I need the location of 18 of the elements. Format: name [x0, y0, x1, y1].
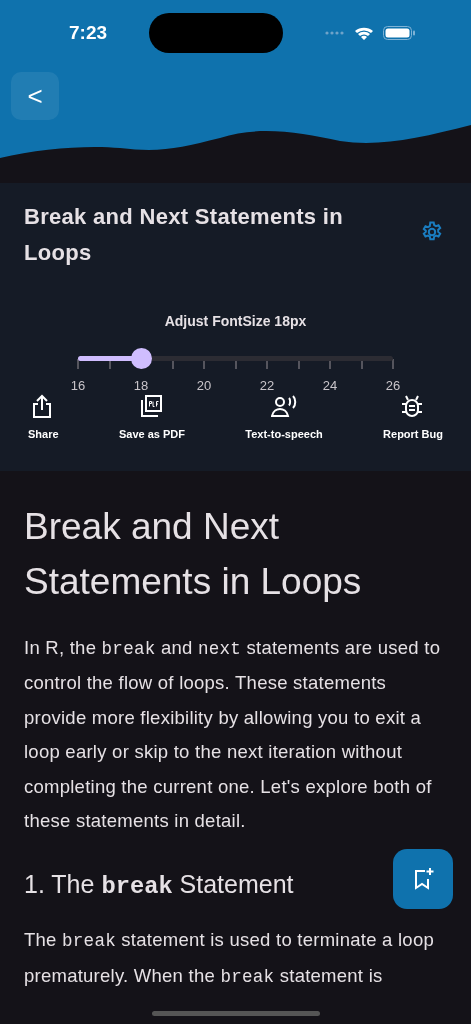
tick-label: 16	[70, 377, 86, 395]
action-button[interactable]: Text-to-speech	[245, 394, 323, 443]
panel-title: Break and Next Statements in Loops	[24, 203, 344, 267]
tick-label: 22	[259, 377, 275, 395]
tick-label: 20	[196, 377, 212, 395]
article-title: Break and Next Statements in Loops	[24, 504, 363, 604]
action-button[interactable]: Save as PDF	[118, 394, 185, 443]
action-button[interactable]: Share	[28, 394, 59, 443]
paragraph: The break statement is used to terminate a loop prematurely. When the break statement is	[24, 928, 435, 989]
tick-label: 24	[322, 377, 338, 395]
tick-label: 26	[385, 377, 401, 395]
tick-label: 18	[133, 377, 149, 395]
paragraph: In R, the break and next statements are used to control the flow of loops. These statements provide more flexibility by allowing you to exit a loop early or skip to the next iteration without completing the current one. Let's explore both of these statements in detail.	[24, 635, 442, 833]
action-button[interactable]: Report Bug	[383, 394, 443, 443]
back-button[interactable]: <	[11, 72, 59, 120]
font-size-label: Adjust FontSize 18px	[163, 312, 308, 331]
section-heading: 1. The break Statement	[24, 868, 294, 901]
status-time: 7:23	[69, 20, 108, 45]
